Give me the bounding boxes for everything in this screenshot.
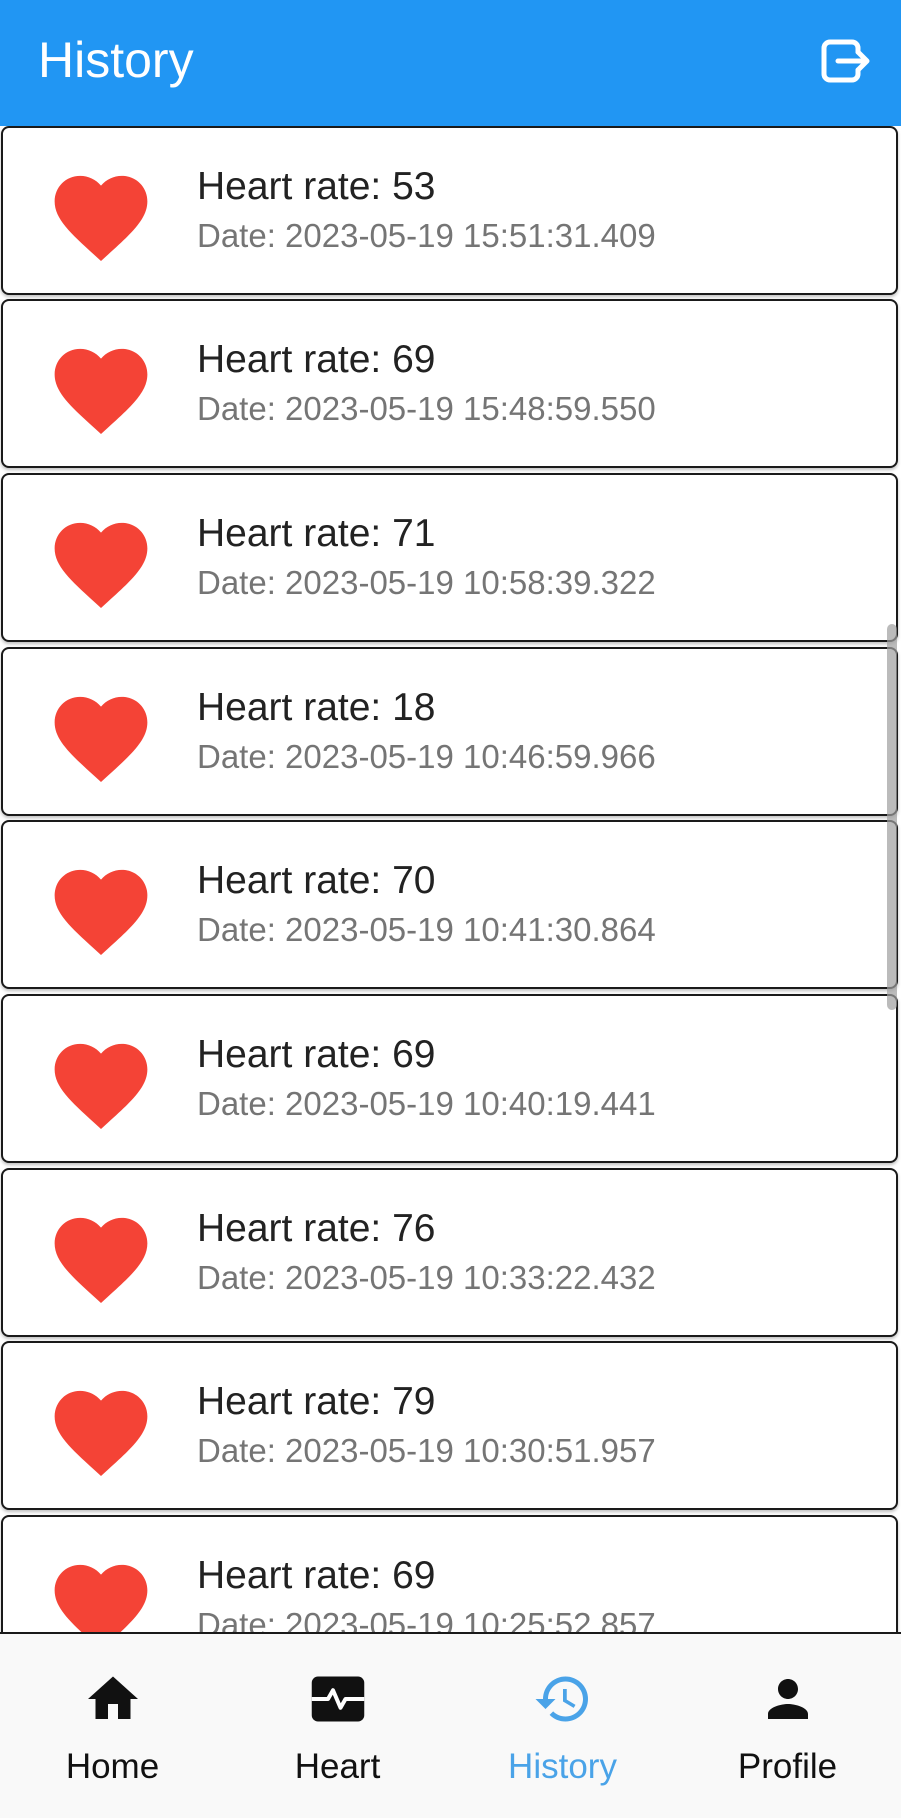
record-date: Date: 2023-05-19 10:25:52.857 xyxy=(197,1606,656,1634)
heart-rate-value: Heart rate: 69 xyxy=(197,1033,436,1076)
logout-icon xyxy=(821,39,870,83)
record-date: Date: 2023-05-19 15:51:31.409 xyxy=(197,217,656,254)
heart-rate-value: Heart rate: 76 xyxy=(197,1207,436,1250)
heart-monitor-icon xyxy=(311,1676,365,1722)
history-card[interactable]: Heart rate: 76 Date: 2023-05-19 10:33:22… xyxy=(1,1168,898,1337)
heart-rate-value: Heart rate: 18 xyxy=(197,686,436,729)
history-icon xyxy=(535,1676,588,1722)
record-date: Date: 2023-05-19 10:40:19.441 xyxy=(197,1085,656,1122)
history-card[interactable]: Heart rate: 69 Date: 2023-05-19 15:48:59… xyxy=(1,299,898,468)
nav-item-profile[interactable]: Profile xyxy=(675,1634,900,1818)
heart-icon xyxy=(54,696,148,782)
nav-item-history[interactable]: History xyxy=(450,1634,675,1818)
heart-icon xyxy=(54,1390,148,1476)
record-date: Date: 2023-05-19 10:46:59.966 xyxy=(197,738,656,775)
heart-rate-value: Heart rate: 79 xyxy=(197,1380,436,1423)
heart-icon xyxy=(54,348,148,434)
heart-icon xyxy=(54,1043,148,1129)
logout-button[interactable] xyxy=(818,34,872,88)
heart-icon xyxy=(54,1217,148,1303)
page-title: History xyxy=(38,32,194,88)
heart-icon xyxy=(54,522,148,608)
person-icon xyxy=(768,1679,808,1719)
record-date: Date: 2023-05-19 15:48:59.550 xyxy=(197,390,656,427)
heart-rate-value: Heart rate: 70 xyxy=(197,859,436,902)
record-date: Date: 2023-05-19 10:58:39.322 xyxy=(197,564,656,601)
history-card[interactable]: Heart rate: 79 Date: 2023-05-19 10:30:51… xyxy=(1,1341,898,1510)
heart-icon xyxy=(54,1564,148,1634)
nav-label-heart: Heart xyxy=(294,1747,381,1786)
heart-rate-value: Heart rate: 53 xyxy=(197,165,436,208)
history-list[interactable]: Heart rate: 53 Date: 2023-05-19 15:51:31… xyxy=(0,126,901,1634)
bottom-navigation: Home Heart History Profile xyxy=(0,1632,901,1818)
history-card[interactable]: Heart rate: 18 Date: 2023-05-19 10:46:59… xyxy=(1,647,898,816)
nav-item-heart[interactable]: Heart xyxy=(225,1634,450,1818)
app-bar: History xyxy=(0,0,901,126)
nav-label-history: History xyxy=(508,1747,617,1786)
nav-label-profile: Profile xyxy=(737,1747,838,1786)
nav-label-home: Home xyxy=(65,1747,160,1786)
heart-icon xyxy=(54,869,148,955)
home-icon xyxy=(88,1676,138,1719)
record-date: Date: 2023-05-19 10:41:30.864 xyxy=(197,911,656,948)
heart-icon xyxy=(54,175,148,261)
history-card[interactable]: Heart rate: 53 Date: 2023-05-19 15:51:31… xyxy=(1,126,898,295)
nav-item-home[interactable]: Home xyxy=(0,1634,225,1818)
history-card[interactable]: Heart rate: 71 Date: 2023-05-19 10:58:39… xyxy=(1,473,898,642)
history-card[interactable]: Heart rate: 69 Date: 2023-05-19 10:40:19… xyxy=(1,994,898,1163)
record-date: Date: 2023-05-19 10:33:22.432 xyxy=(197,1259,656,1296)
history-card[interactable]: Heart rate: 69 Date: 2023-05-19 10:25:52… xyxy=(1,1515,898,1634)
scrollbar-thumb[interactable] xyxy=(887,624,897,1010)
record-date: Date: 2023-05-19 10:30:51.957 xyxy=(197,1432,656,1469)
history-card[interactable]: Heart rate: 70 Date: 2023-05-19 10:41:30… xyxy=(1,820,898,989)
heart-rate-value: Heart rate: 69 xyxy=(197,338,436,381)
heart-rate-value: Heart rate: 71 xyxy=(197,512,436,555)
heart-rate-value: Heart rate: 69 xyxy=(197,1554,436,1597)
